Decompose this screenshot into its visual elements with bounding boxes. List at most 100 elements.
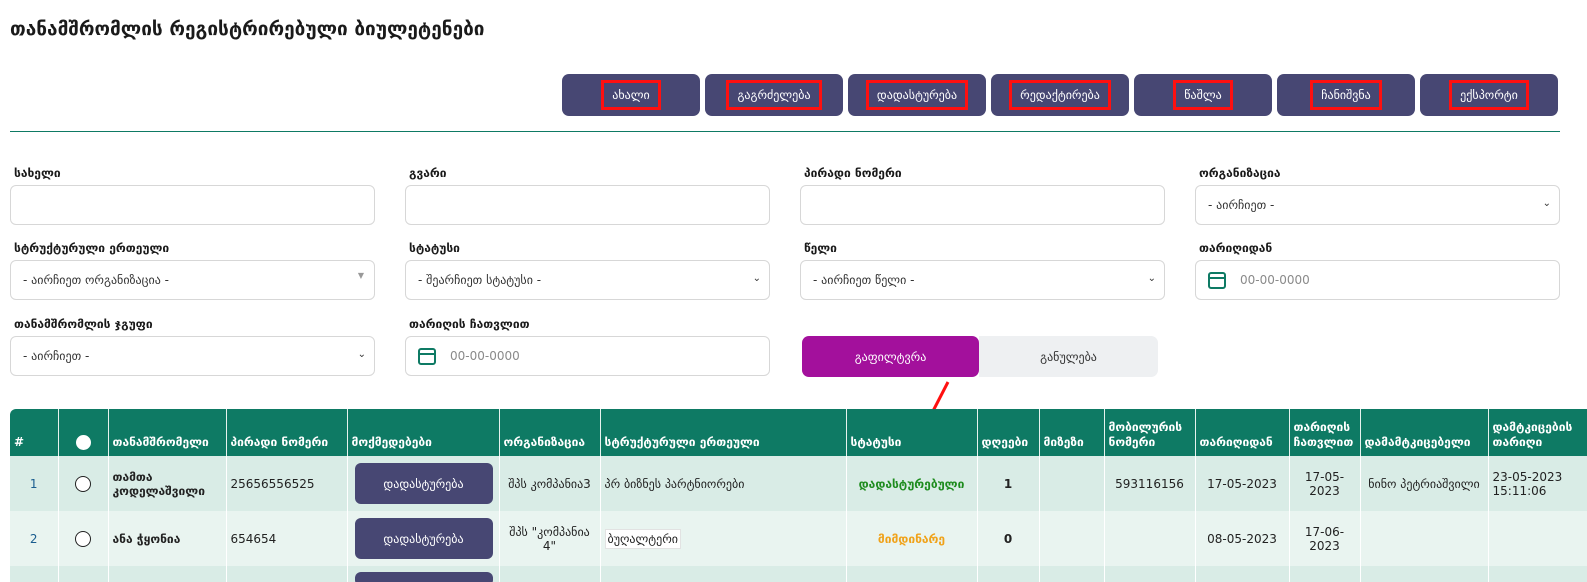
actions-cell: დადასტურება bbox=[347, 511, 500, 566]
status-badge: მიმდინარე bbox=[846, 511, 978, 566]
name-input[interactable] bbox=[10, 185, 375, 225]
col-header-days: დღეები bbox=[977, 409, 1040, 456]
personal-number-filter: პირადი ნომერი bbox=[800, 165, 1165, 225]
structural-unit-label: სტრუქტურული ერთეული bbox=[14, 241, 170, 255]
name-label: სახელი bbox=[14, 166, 61, 180]
caret-down-icon: ▼ bbox=[357, 271, 364, 280]
calendar-icon bbox=[418, 347, 436, 365]
page-title: თანამშრომლის რეგისტრირებული ბიულეტენები bbox=[10, 18, 485, 40]
structural-unit-cell: ბუღალტერი bbox=[600, 511, 847, 566]
reason-cell bbox=[1039, 511, 1105, 566]
employee-group-select[interactable]: - აირჩიეთ - ⌄ bbox=[10, 336, 375, 376]
bulletins-table: # თანამშრომელი პირადი ნომერი მოქმედებები… bbox=[10, 409, 1587, 582]
col-header-structural-unit: სტრუქტურული ერთეული bbox=[600, 409, 847, 456]
date-to-cell: 17-05-2023 bbox=[1289, 456, 1361, 511]
row-confirm-button[interactable]: დადასტურება bbox=[354, 518, 493, 559]
date-from-label: თარიღიდან bbox=[1199, 241, 1273, 255]
row-confirm-button[interactable]: დადასტურება bbox=[354, 463, 493, 504]
date-to-cell: 17-06-2023 bbox=[1289, 511, 1361, 566]
mobile-cell: 593116156 bbox=[1104, 456, 1196, 511]
col-header-reason: მიზეზი bbox=[1039, 409, 1105, 456]
filter-button[interactable]: გაფილტვრა bbox=[802, 336, 979, 377]
edit-button-label: რედაქტირება bbox=[1009, 80, 1111, 110]
col-header-organization: ორგანიზაცია bbox=[499, 409, 601, 456]
edit-button[interactable]: რედაქტირება bbox=[991, 74, 1129, 116]
personal-number-label: პირადი ნომერი bbox=[804, 166, 902, 180]
structural-unit-value: ბუღალტერი bbox=[604, 528, 681, 549]
row-index: 2 bbox=[10, 511, 59, 566]
status-badge: დადასტურებული bbox=[846, 456, 978, 511]
confirm-button[interactable]: დადასტურება bbox=[848, 74, 986, 116]
date-from-cell: 08-05-2023 bbox=[1195, 511, 1290, 566]
delete-button[interactable]: წაშლა bbox=[1134, 74, 1272, 116]
structural-unit-selected: - აირჩიეთ ორგანიზაცია - bbox=[23, 273, 169, 287]
row-action-button[interactable] bbox=[354, 572, 493, 582]
new-button-label: ახალი bbox=[601, 80, 661, 110]
name-filter: სახელი bbox=[10, 165, 375, 225]
approver-cell bbox=[1360, 511, 1489, 566]
date-from-input[interactable]: 00-00-0000 bbox=[1195, 260, 1560, 300]
col-header-select[interactable] bbox=[58, 409, 109, 456]
col-header-approver: დამამტკიცებელი bbox=[1360, 409, 1489, 456]
date-to-label: თარიღის ჩათვლით bbox=[409, 317, 530, 331]
continue-button-label: გაგრძელება bbox=[726, 80, 822, 110]
date-to-input[interactable]: 00-00-0000 bbox=[405, 336, 770, 376]
table-row[interactable] bbox=[10, 566, 1587, 582]
col-header-index: # bbox=[10, 409, 59, 456]
year-filter: წელი - აირჩიეთ წელი - ⌄ bbox=[800, 240, 1165, 300]
export-button[interactable]: ექსპორტი bbox=[1420, 74, 1558, 116]
col-header-mobile: მობილურის ნომერი bbox=[1104, 409, 1196, 456]
date-from-filter: თარიღიდან 00-00-0000 bbox=[1195, 240, 1560, 300]
organization-filter: ორგანიზაცია - აირჩიეთ - ⌄ bbox=[1195, 165, 1560, 225]
personal-number-cell: 654654 bbox=[226, 511, 348, 566]
organization-cell: შპს კომპანია3 bbox=[499, 456, 601, 511]
calendar-icon bbox=[1208, 271, 1226, 289]
year-selected: - აირჩიეთ წელი - bbox=[813, 273, 915, 287]
export-button-label: ექსპორტი bbox=[1449, 80, 1529, 110]
year-select[interactable]: - აირჩიეთ წელი - ⌄ bbox=[800, 260, 1165, 300]
mark-button-label: ჩანიშვნა bbox=[1310, 80, 1382, 110]
organization-label: ორგანიზაცია bbox=[1199, 166, 1281, 180]
employee-cell: თამთა კოდელაშვილი bbox=[108, 456, 227, 511]
mark-button[interactable]: ჩანიშვნა bbox=[1277, 74, 1415, 116]
date-to-placeholder: 00-00-0000 bbox=[450, 349, 520, 363]
organization-cell: შპს "კომპანია 4" bbox=[499, 511, 601, 566]
col-header-status: სტატუსი bbox=[846, 409, 978, 456]
col-header-actions: მოქმედებები bbox=[347, 409, 500, 456]
table-row[interactable]: 2 ანა ჭყონია 654654 დადასტურება შპს "კომ… bbox=[10, 511, 1587, 566]
surname-filter: გვარი bbox=[405, 165, 770, 225]
date-to-filter: თარიღის ჩათვლით 00-00-0000 bbox=[405, 316, 770, 376]
row-select-radio[interactable] bbox=[75, 475, 91, 492]
surname-input[interactable] bbox=[405, 185, 770, 225]
year-label: წელი bbox=[804, 241, 837, 255]
table-row[interactable]: 1 თამთა კოდელაშვილი 25656556525 დადასტურ… bbox=[10, 456, 1587, 511]
organization-select[interactable]: - აირჩიეთ - ⌄ bbox=[1195, 185, 1560, 225]
divider bbox=[10, 131, 1560, 132]
structural-unit-select[interactable]: - აირჩიეთ ორგანიზაცია - ▼ bbox=[10, 260, 375, 300]
status-select[interactable]: - შეარჩიეთ სტატუსი - ⌄ bbox=[405, 260, 770, 300]
col-header-personal-number: პირადი ნომერი bbox=[226, 409, 348, 456]
employee-group-selected: - აირჩიეთ - bbox=[23, 349, 90, 363]
actions-cell bbox=[347, 566, 500, 582]
col-header-approval-date: დამტკიცების თარიღი bbox=[1488, 409, 1587, 456]
approval-date-cell bbox=[1488, 511, 1587, 566]
toolbar: ახალი გაგრძელება დადასტურება რედაქტირება… bbox=[562, 74, 1558, 116]
personal-number-input[interactable] bbox=[800, 185, 1165, 225]
reset-button[interactable]: განულება bbox=[979, 336, 1158, 377]
chevron-down-icon: ⌄ bbox=[752, 273, 761, 284]
continue-button[interactable]: გაგრძელება bbox=[705, 74, 843, 116]
date-from-placeholder: 00-00-0000 bbox=[1240, 273, 1310, 287]
row-select-radio[interactable] bbox=[75, 530, 91, 547]
select-all-radio[interactable] bbox=[75, 435, 91, 450]
col-header-employee: თანამშრომელი bbox=[108, 409, 227, 456]
row-select-cell[interactable] bbox=[58, 511, 109, 566]
table-header-row: # თანამშრომელი პირადი ნომერი მოქმედებები… bbox=[10, 409, 1587, 456]
employee-group-label: თანამშრომლის ჯგუფი bbox=[14, 317, 153, 331]
row-select-cell[interactable] bbox=[58, 456, 109, 511]
status-label: სტატუსი bbox=[409, 241, 460, 255]
row-index: 1 bbox=[10, 456, 59, 511]
structural-unit-filter: სტრუქტურული ერთეული - აირჩიეთ ორგანიზაცი… bbox=[10, 240, 375, 300]
chevron-down-icon: ⌄ bbox=[1542, 198, 1551, 209]
new-button[interactable]: ახალი bbox=[562, 74, 700, 116]
organization-selected: - აირჩიეთ - bbox=[1208, 198, 1275, 212]
